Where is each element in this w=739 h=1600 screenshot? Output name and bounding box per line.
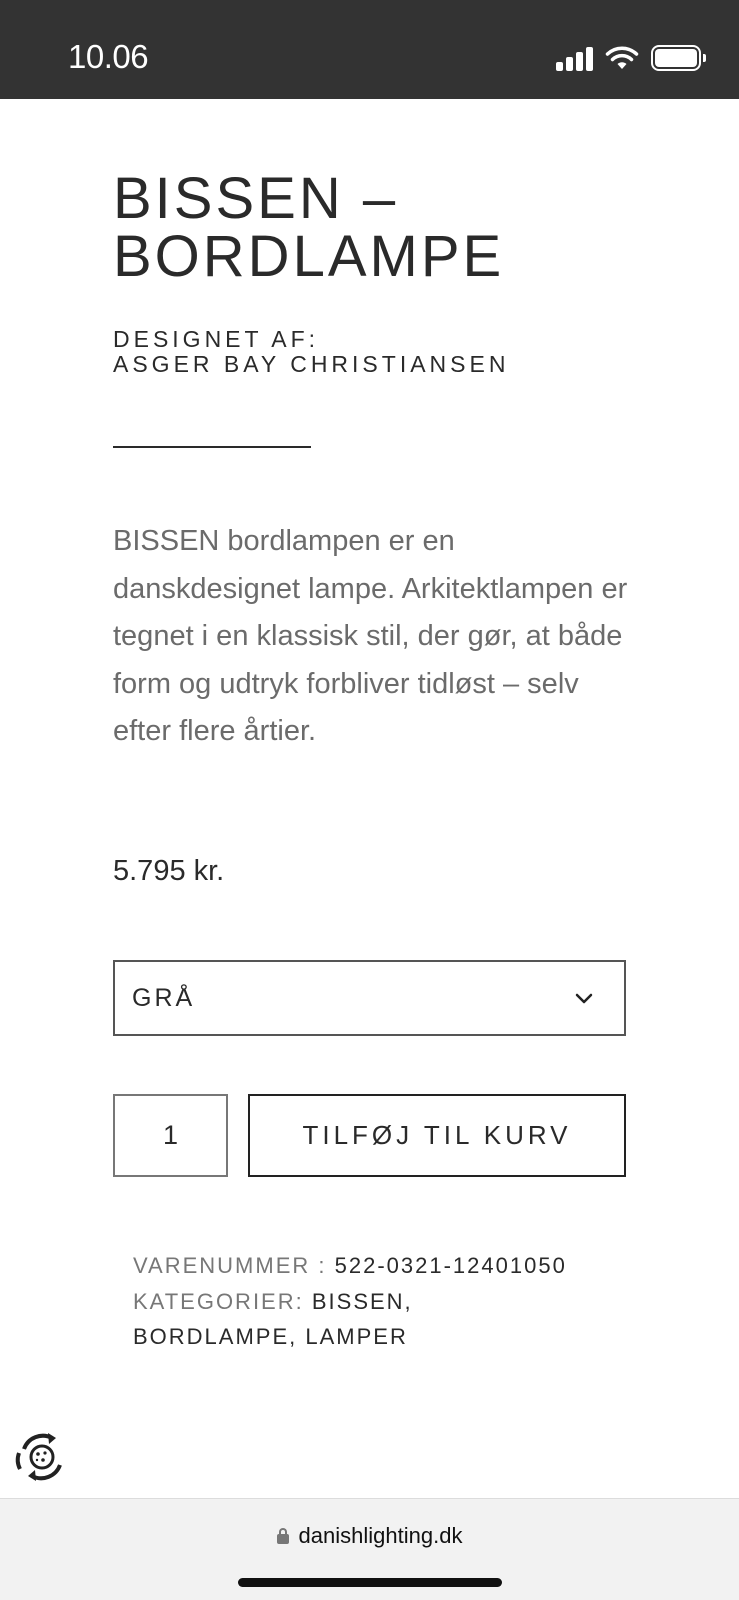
product-title-line2: BORDLAMPE [113,224,505,289]
product-price: 5.795 kr. [113,855,225,887]
status-bar: 10.06 [0,0,739,99]
sku-value: 522-0321-12401050 [334,1253,567,1278]
product-meta: VARENUMMER : 522-0321-12401050 KATEGORIE… [133,1248,623,1355]
sku-label: VARENUMMER : [133,1253,327,1278]
status-time: 10.06 [68,38,149,75]
sku-row: VARENUMMER : 522-0321-12401050 [133,1248,623,1284]
url-display[interactable]: danishlighting.dk [0,1523,739,1549]
categories-label: KATEGORIER: [133,1288,304,1314]
category-links-line2[interactable]: BORDLAMPE, LAMPER [133,1319,623,1355]
quantity-input[interactable]: 1 [113,1094,228,1177]
designer-name: ASGER BAY CHRISTIANSEN [113,351,510,377]
designer-label: DESIGNET AF: [113,326,320,352]
url-text: danishlighting.dk [298,1523,463,1548]
designer-info: DESIGNET AF: ASGER BAY CHRISTIANSEN [113,327,509,377]
cookie-settings-icon[interactable] [12,1427,72,1487]
divider [113,446,311,448]
product-title: BISSEN – BORDLAMPE [113,170,673,286]
status-icons [556,44,706,72]
categories-row: KATEGORIER: BISSEN, [133,1284,623,1320]
add-to-cart-button[interactable]: TILFØJ TIL KURV [248,1094,626,1177]
variant-selected-value: GRÅ [132,983,196,1012]
chevron-down-icon [575,993,593,1004]
signal-icon [556,45,593,71]
battery-icon [651,45,706,71]
product-title-line1: BISSEN – [113,166,399,231]
home-indicator[interactable] [238,1578,502,1587]
product-description: BISSEN bordlampen er en danskdesignet la… [113,525,628,747]
category-links-line1[interactable]: BISSEN, [312,1289,413,1314]
lock-icon [276,1528,289,1544]
wifi-icon [605,46,639,69]
color-variant-select[interactable]: GRÅ [113,960,626,1036]
